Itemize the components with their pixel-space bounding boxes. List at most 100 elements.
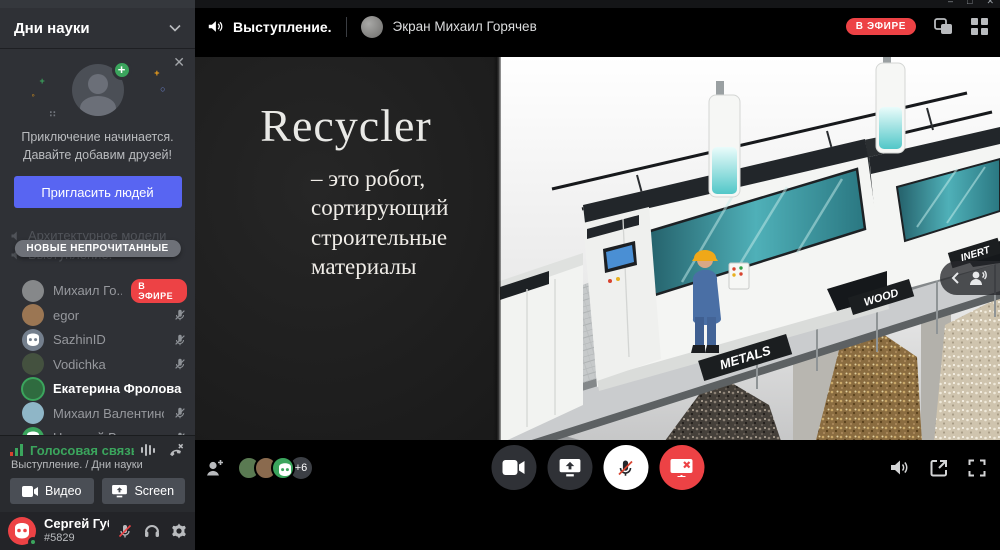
gear-icon[interactable] (171, 523, 187, 539)
window-titlebar: – □ ✕ (0, 0, 1000, 8)
member-name: Екатерина Фролова (53, 381, 187, 396)
grid-view-icon[interactable] (971, 18, 988, 35)
sparkle-icon: ◦ (32, 90, 35, 100)
user-avatar[interactable] (8, 517, 36, 545)
video-button[interactable]: Видео (10, 478, 94, 504)
connection-signal-icon (10, 444, 24, 456)
invite-to-call-icon[interactable] (205, 459, 225, 477)
window-maximize-button[interactable]: □ (967, 0, 972, 7)
volume-icon[interactable] (890, 459, 910, 476)
headphones-icon[interactable] (144, 523, 160, 539)
member-row[interactable]: Михаил Го... В ЭФИРЕ (22, 278, 187, 303)
titlebar-left (0, 0, 195, 8)
avatar-speaking (23, 379, 43, 399)
member-row[interactable]: egor (22, 303, 187, 328)
mic-muted-icon (173, 406, 187, 420)
voice-connection-panel: Голосовая связь подк Выступление. / Дни … (0, 435, 195, 512)
sparkle-icon: + (40, 76, 45, 86)
fullscreen-icon[interactable] (968, 459, 986, 477)
invite-friends-card: ✕ + ◦ + ○ ∷ + Приключение начинается. Да… (0, 48, 195, 222)
mic-mute-button[interactable] (603, 445, 648, 490)
stream-video-region[interactable]: Recycler – это робот, сортирующий строит… (195, 45, 1000, 495)
stream-title: Экран Михаил Горячев (393, 19, 836, 34)
window-close-button[interactable]: ✕ (986, 0, 994, 7)
disconnect-call-icon[interactable] (168, 442, 185, 458)
server-name: Дни науки (14, 20, 90, 37)
picture-in-picture-icon[interactable] (934, 18, 953, 35)
member-name: Михаил Валентино... (53, 406, 164, 421)
popout-icon[interactable] (930, 459, 948, 477)
screen-share-icon (112, 485, 127, 498)
online-status-dot (28, 537, 38, 547)
sparkle-icon: + (154, 68, 159, 78)
live-badge: В ЭФИРЕ (846, 18, 916, 35)
slide-title: Recycler (195, 99, 497, 152)
member-row[interactable]: Екатерина Фролова (22, 376, 187, 401)
slide-image-seam (493, 57, 501, 495)
participant-avatar-stack[interactable]: +6 (237, 455, 314, 481)
avatar (22, 304, 44, 326)
mic-muted-icon[interactable] (117, 523, 133, 539)
stream-area: Выступление. Экран Михаил Горячев В ЭФИР… (195, 8, 1000, 550)
invite-text-line1: Приключение начинается. (10, 128, 185, 146)
avatar (22, 353, 44, 375)
screen-close-icon (671, 458, 693, 477)
voice-member-list: Михаил Го... В ЭФИРЕ egor SazhinID Vodic… (0, 276, 195, 435)
factory-illustration: METALS WOOD INERT (497, 57, 1000, 495)
avatar (271, 456, 295, 480)
sparkle-icon: ∷ (50, 109, 57, 120)
close-icon[interactable]: ✕ (173, 54, 185, 71)
member-list-toggle[interactable] (940, 261, 1000, 295)
avatar (22, 427, 44, 436)
username: Сергей Губ... (44, 517, 109, 532)
mic-muted-icon (173, 308, 187, 322)
channel-list: Архитектурное модели Выступление. НОВЫЕ … (0, 226, 195, 276)
member-name: SazhinID (53, 332, 164, 347)
shared-screen: Recycler – это робот, сортирующий строит… (195, 57, 1000, 495)
chevron-left-icon (951, 272, 959, 284)
camera-toggle-button[interactable] (491, 445, 536, 490)
avatar (22, 402, 44, 424)
stream-header: Выступление. Экран Михаил Горячев В ЭФИР… (195, 8, 1000, 45)
sidebar: Дни науки ✕ + ◦ + ○ ∷ + Приключение начи… (0, 8, 195, 550)
slide-body-text: – это робот, сортирующий строительные ма… (311, 164, 491, 282)
server-header[interactable]: Дни науки (0, 8, 195, 48)
streamer-avatar (361, 16, 383, 38)
speaker-icon (207, 19, 223, 34)
mic-muted-icon (616, 458, 636, 478)
member-name: egor (53, 308, 164, 323)
stream-channel-name: Выступление. (233, 19, 332, 35)
mic-muted-icon (173, 357, 187, 371)
avatar (22, 280, 44, 302)
video-button-label: Видео (45, 484, 82, 498)
window-minimize-button[interactable]: – (948, 0, 953, 7)
screen-share-button[interactable]: Screen (102, 478, 186, 504)
sparkle-icon: ○ (160, 84, 165, 94)
user-panel: Сергей Губ... #5829 (0, 512, 195, 550)
stream-controls-bar: +6 (195, 440, 1000, 495)
invite-illustration: + ◦ + ○ ∷ + (66, 62, 130, 120)
screen-button-label: Screen (134, 484, 174, 498)
member-name: Vodichka (53, 357, 164, 372)
slide-text-panel: Recycler – это робот, сортирующий строит… (195, 57, 497, 495)
screen-share-icon (559, 459, 580, 477)
member-row[interactable]: Михаил Валентино... (22, 401, 187, 426)
add-friend-plus-icon: + (112, 60, 132, 80)
member-name: Михаил Го... (53, 283, 122, 298)
discord-logo-icon (22, 427, 44, 436)
new-unreads-banner[interactable]: НОВЫЕ НЕПРОЧИТАННЫЕ (14, 240, 180, 257)
user-discriminator: #5829 (44, 532, 109, 545)
stop-streaming-button[interactable] (659, 445, 704, 490)
avatar (22, 329, 44, 351)
voice-location-text: Выступление. / Дни науки (11, 459, 185, 471)
invite-text-line2: Давайте добавим друзей! (10, 146, 185, 164)
members-icon (967, 269, 987, 287)
screen-share-toggle-button[interactable] (547, 445, 592, 490)
member-row[interactable]: SazhinID (22, 327, 187, 352)
member-row[interactable]: Vodichka (22, 352, 187, 377)
live-badge: В ЭФИРЕ (131, 279, 187, 303)
noise-suppression-icon[interactable] (140, 442, 156, 458)
chevron-down-icon (169, 24, 181, 32)
invite-people-button[interactable]: Пригласить людей (14, 176, 182, 208)
member-row[interactable]: Николай Ваганов (22, 425, 187, 435)
